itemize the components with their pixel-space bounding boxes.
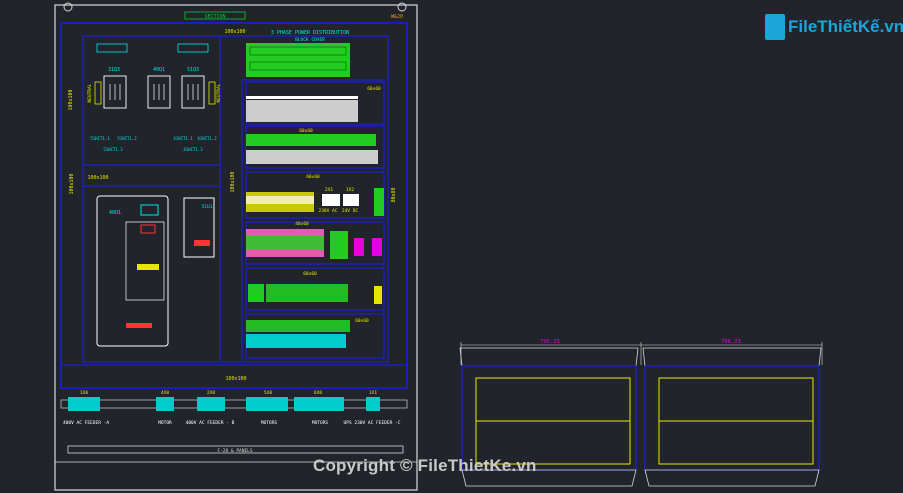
ct-label-4: 41HCT1.1 bbox=[173, 136, 193, 141]
top-hole-left bbox=[63, 2, 73, 12]
neutral-left: NEUTRAL bbox=[87, 83, 93, 102]
feeder-tag-4: 5X0 bbox=[264, 390, 272, 396]
psu-label-2: 1X2 bbox=[346, 187, 354, 193]
side-plinth-2 bbox=[644, 469, 820, 487]
cad-canvas: SECTION W&20 100x100 100x100 31Q3 40Q1 5… bbox=[54, 2, 823, 491]
ct-label-3: 51HCT1.3 bbox=[103, 147, 123, 152]
feeder-block-6 bbox=[366, 397, 380, 411]
breaker-label-2: 40Q1 bbox=[153, 67, 165, 73]
feeder-label-5: MOTORS bbox=[312, 420, 329, 426]
dim-left-upper: 100x100 bbox=[68, 89, 74, 110]
footer-label: F-28 & PANELS bbox=[217, 448, 253, 454]
busbar-label: BLOCK COVER bbox=[295, 37, 325, 43]
trunk-label-5: 60x60 bbox=[303, 271, 317, 277]
dim-left-mid: 100x100 bbox=[69, 173, 75, 194]
trunk-label-2: 60x60 bbox=[299, 128, 313, 134]
dim-right-vertical: 100x100 bbox=[230, 171, 236, 192]
side-panel-1 bbox=[459, 347, 639, 367]
feeder-tag-1: 1X0 bbox=[80, 390, 88, 396]
feeder-tag-2: 4X0 bbox=[161, 390, 169, 396]
site-logo[interactable]: FileThiếtKế.vn bbox=[765, 14, 903, 40]
dim-bottom: 100x100 bbox=[225, 376, 246, 382]
copyright-watermark: Copyright © FileThietKe.vn bbox=[313, 456, 537, 475]
vfd-compartment bbox=[82, 164, 221, 363]
feeder-block-2 bbox=[156, 397, 174, 411]
feeder-label-4: MOTORS bbox=[261, 420, 278, 426]
side-body-2 bbox=[644, 365, 820, 471]
dim-top: 100x100 bbox=[224, 29, 245, 35]
feeder-block-3 bbox=[197, 397, 225, 411]
vfd2-label: 51U1 bbox=[202, 204, 213, 210]
psu-voltage-2: 24V DC bbox=[342, 208, 359, 214]
rev-label: W&20 bbox=[391, 14, 403, 20]
trunk-label-1: 60x60 bbox=[367, 86, 381, 92]
trunk-right-vertical: 80x80 bbox=[391, 187, 397, 202]
feeder-block-4 bbox=[246, 397, 288, 411]
din-label-2 bbox=[177, 43, 209, 53]
ct-label-1: 51HCT1.1 bbox=[90, 136, 110, 141]
ct-label-5: 41HCT1.2 bbox=[197, 136, 217, 141]
neutral-bar-left bbox=[94, 81, 102, 105]
side-dim-1: 796.25 bbox=[540, 339, 560, 345]
psu-voltage-1: 230V AC bbox=[319, 208, 338, 214]
logo-text: FileThiếtKế.vn bbox=[788, 17, 903, 36]
breaker-label-1: 31Q3 bbox=[108, 67, 120, 73]
feeder-label-6: UPS 230V AC FEEDER -C bbox=[344, 420, 401, 426]
neutral-right: NEUTRAL bbox=[216, 83, 222, 102]
side-dim-2: 796.23 bbox=[721, 339, 741, 345]
neutral-bar-right bbox=[208, 81, 216, 105]
din-label-1 bbox=[96, 43, 128, 53]
dim-mid: 100x100 bbox=[87, 175, 108, 181]
feeder-label-1: 400V AC FEEDER -A bbox=[63, 420, 109, 426]
vfd-label: 40U1 bbox=[109, 210, 121, 216]
feeder-label-3: 400V AC FEEDER - B bbox=[186, 420, 235, 426]
side-panel-2 bbox=[642, 347, 822, 367]
trunk-label-4: 40x60 bbox=[295, 221, 309, 227]
trunk-label-6: 60x60 bbox=[355, 318, 369, 324]
enclosure-inner bbox=[82, 35, 389, 363]
feeder-tag-5: 6X0 bbox=[314, 390, 322, 396]
side-body-1 bbox=[461, 365, 637, 471]
top-hole-right bbox=[397, 2, 407, 12]
busbar-block bbox=[246, 43, 350, 77]
title-top: SECTION bbox=[204, 14, 225, 20]
breaker-group bbox=[103, 75, 205, 109]
feeder-rail bbox=[60, 399, 408, 409]
ct-label-6: 41HCT1.3 bbox=[183, 147, 203, 152]
ct-label-2: 51HCT1.2 bbox=[117, 136, 137, 141]
distribution-title: 3 PHASE POWER DISTRIBUTION bbox=[271, 30, 349, 36]
trunk-label-3: 60x60 bbox=[306, 174, 320, 180]
feeder-block-5 bbox=[294, 397, 344, 411]
feeder-label-2: MOTOR bbox=[158, 420, 172, 426]
psu-label-1: 2X1 bbox=[325, 187, 333, 193]
logo-icon bbox=[765, 14, 785, 40]
psu-2 bbox=[343, 194, 359, 206]
breaker-label-3: 51Q3 bbox=[187, 67, 199, 73]
psu-1 bbox=[322, 194, 340, 206]
feeder-tag-6: 1X1 bbox=[369, 390, 377, 396]
feeder-tag-3: 2X0 bbox=[207, 390, 215, 396]
feeder-block-1 bbox=[68, 397, 100, 411]
